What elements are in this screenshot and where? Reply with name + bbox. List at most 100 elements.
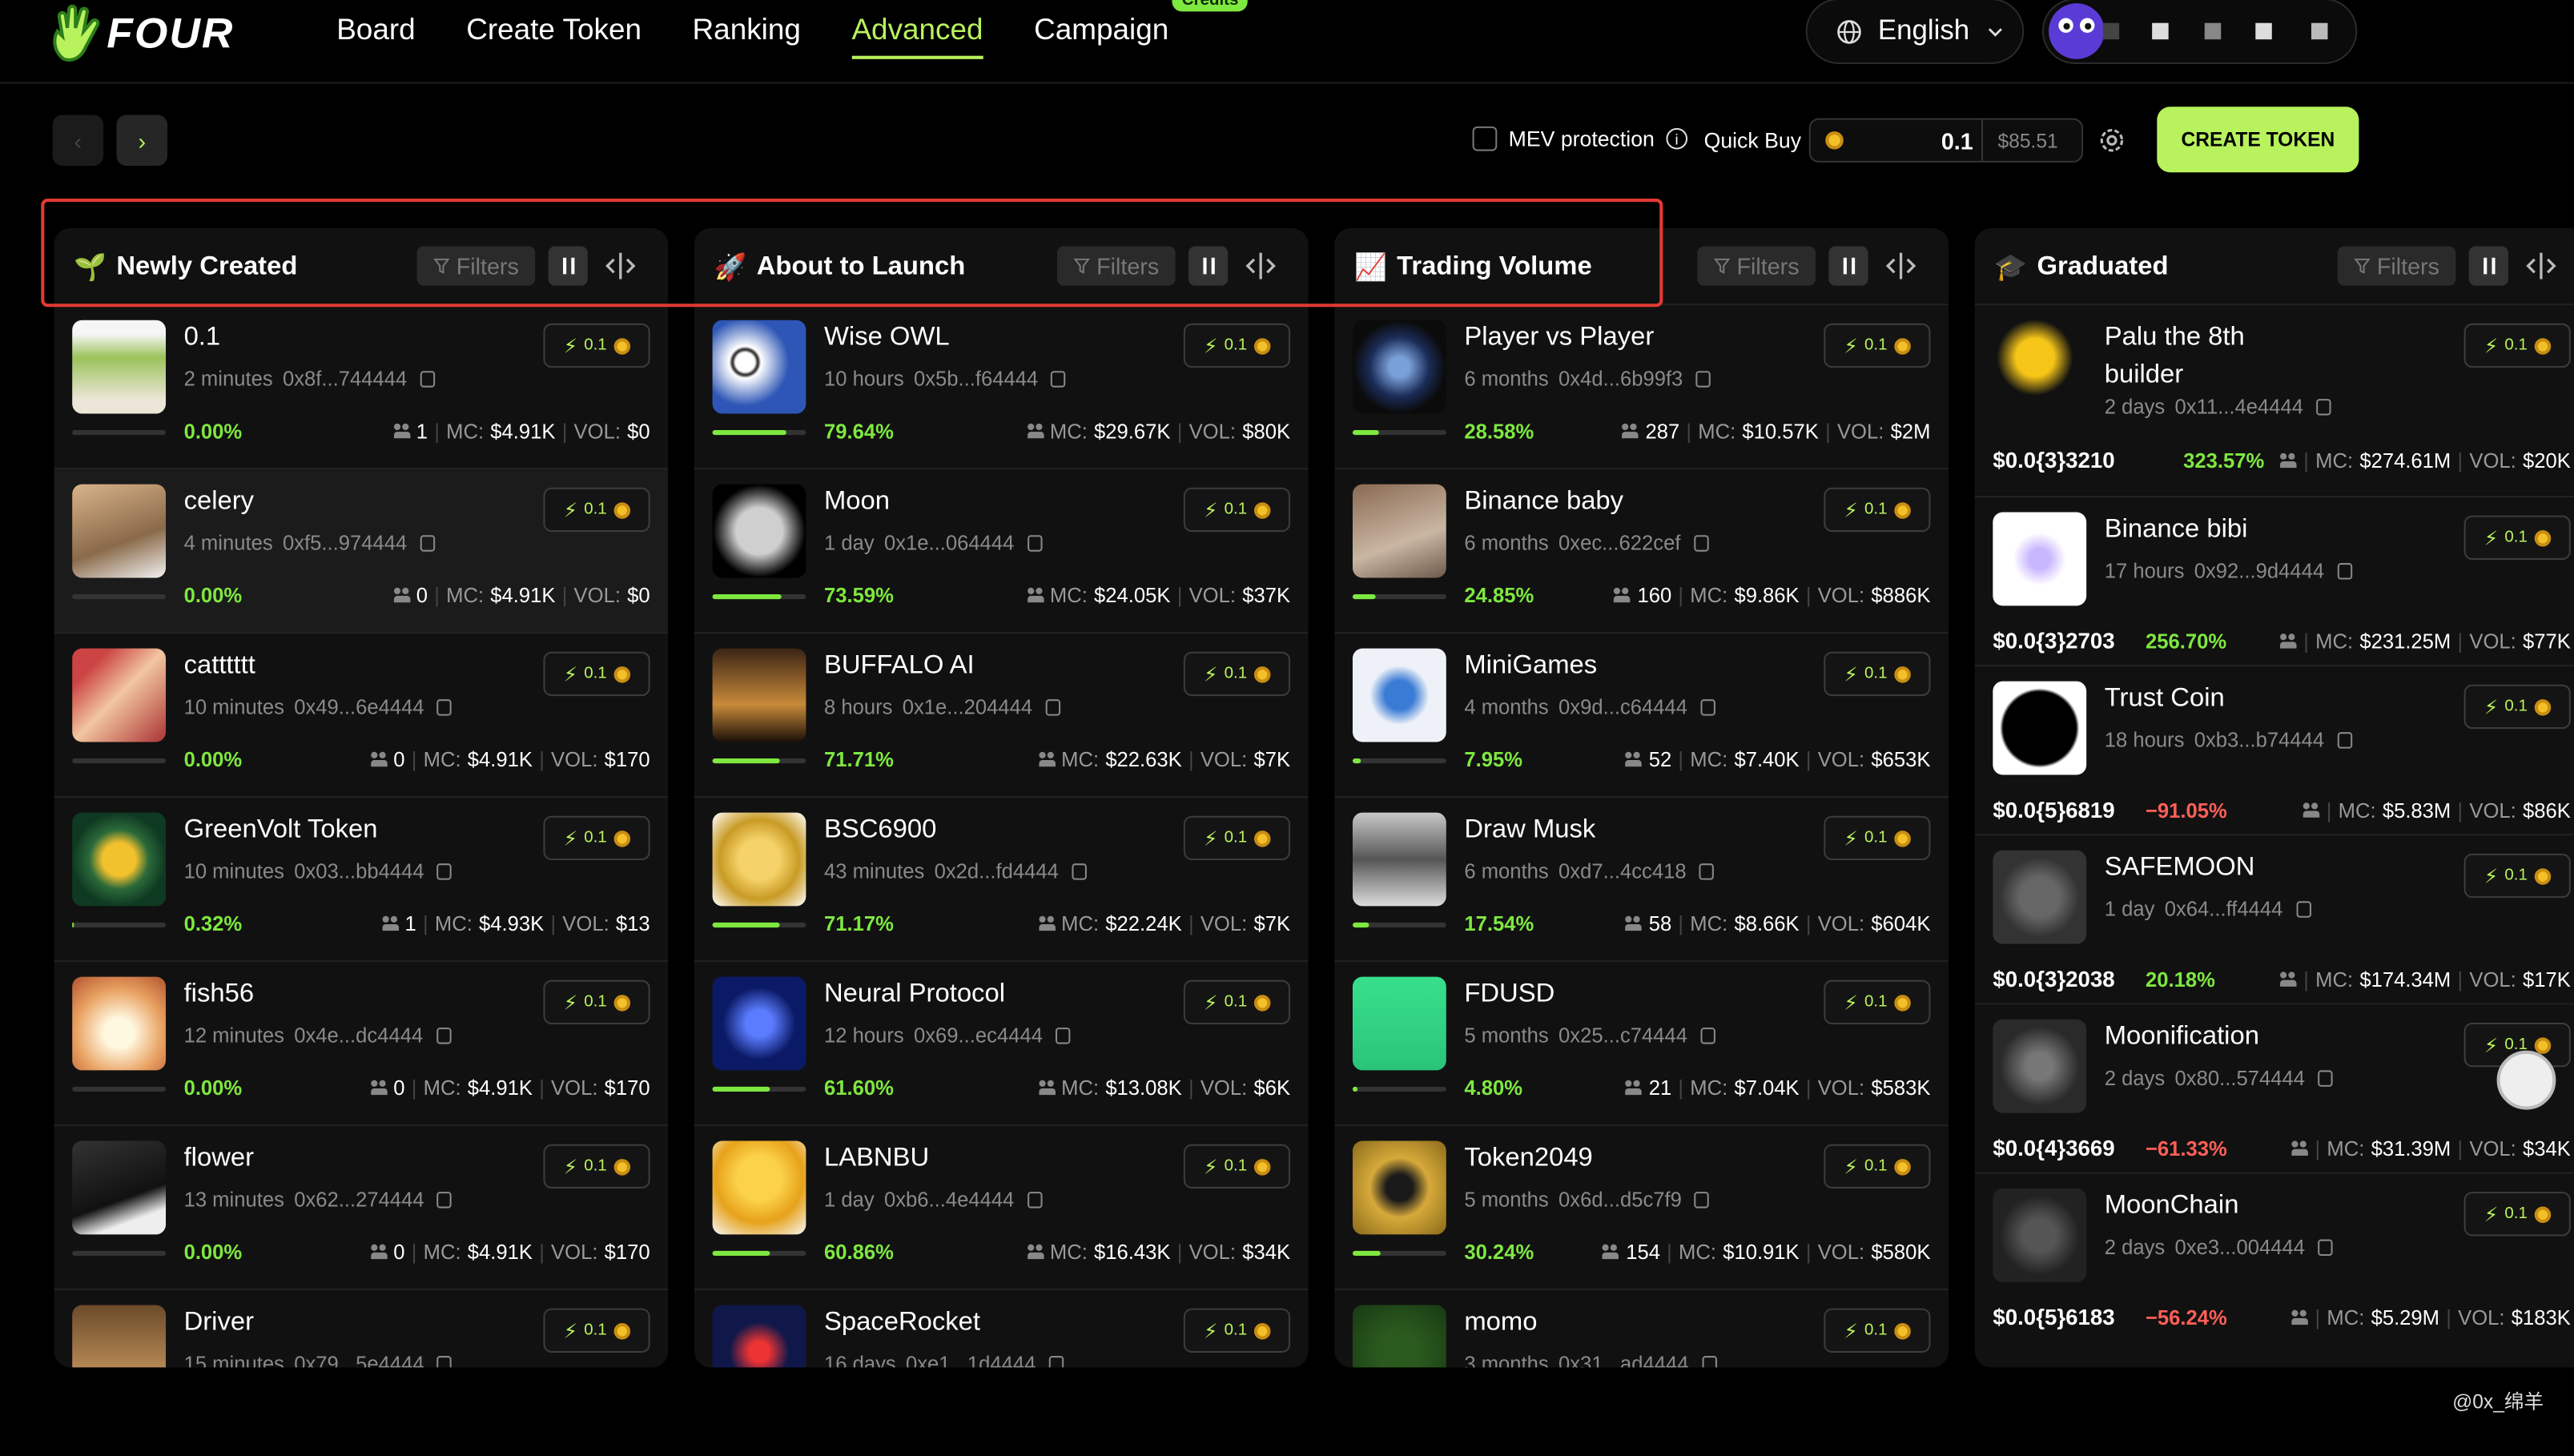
quick-buy-button[interactable]: ⚡ 0.1 xyxy=(543,487,650,533)
token-card[interactable]: Trust Coin 18 hours 0xb3...b74444 ⚡ 0.1 $0.… xyxy=(1974,665,2574,835)
token-name[interactable]: SAFEMOON xyxy=(2105,854,2255,883)
copy-icon[interactable] xyxy=(437,1356,452,1368)
token-thumbnail[interactable] xyxy=(712,1305,806,1368)
quick-buy-button[interactable]: ⚡ 0.1 xyxy=(1824,1144,1931,1189)
token-thumbnail[interactable] xyxy=(712,648,806,742)
quick-buy-button[interactable]: ⚡ 0.1 xyxy=(1183,1144,1291,1189)
quick-buy-button[interactable]: ⚡ 0.1 xyxy=(1824,1308,1931,1353)
token-thumbnail[interactable] xyxy=(1993,1188,2087,1282)
pause-button[interactable] xyxy=(548,246,588,286)
token-name[interactable]: momo xyxy=(1464,1309,1537,1338)
token-name[interactable]: Binance bibi xyxy=(2105,516,2248,545)
copy-icon[interactable] xyxy=(1045,699,1061,716)
quick-buy-button[interactable]: ⚡ 0.1 xyxy=(543,1144,650,1189)
back-button[interactable]: ‹ xyxy=(52,115,104,167)
token-thumbnail[interactable] xyxy=(1352,648,1446,742)
quick-buy-button[interactable]: ⚡ 0.1 xyxy=(1183,815,1291,861)
split-view-icon[interactable] xyxy=(2524,251,2557,281)
quick-buy-button[interactable]: ⚡ 0.1 xyxy=(1824,815,1931,861)
token-name[interactable]: Driver xyxy=(184,1309,254,1338)
token-name[interactable]: flower xyxy=(184,1144,254,1174)
copy-icon[interactable] xyxy=(1701,1356,1717,1368)
token-name[interactable]: FDUSD xyxy=(1464,980,1554,1010)
pause-button[interactable] xyxy=(2468,246,2508,286)
copy-icon[interactable] xyxy=(1700,699,1715,716)
quick-buy-button[interactable]: ⚡ 0.1 xyxy=(543,815,650,861)
token-name[interactable]: MiniGames xyxy=(1464,652,1597,682)
token-card[interactable]: Player vs Player 6 months 0x4d...6b99f3 ⚡… xyxy=(1334,304,1949,469)
token-card[interactable]: FDUSD 5 months 0x25...c74444 ⚡ 0.1 4.80% 21… xyxy=(1334,960,1949,1125)
copy-icon[interactable] xyxy=(2318,1070,2333,1087)
token-card[interactable]: celery 4 minutes 0xf5...974444 ⚡ 0.1 0.00%… xyxy=(54,468,669,633)
token-card[interactable]: Binance bibi 17 hours 0x92...9d4444 ⚡ 0.1 $… xyxy=(1974,496,2574,666)
token-thumbnail[interactable] xyxy=(1352,812,1446,907)
quick-buy-button[interactable]: ⚡ 0.1 xyxy=(1824,651,1931,697)
token-thumbnail[interactable] xyxy=(712,1140,806,1235)
token-card[interactable]: momo 3 months 0x31...ad4444 ⚡ 0.1 xyxy=(1334,1289,1949,1368)
token-card[interactable]: MoonChain 2 days 0xe3...004444 ⚡ 0.1 $0.0{5… xyxy=(1974,1172,2574,1341)
filters-button[interactable]: Filters xyxy=(2337,246,2456,286)
token-name[interactable]: Token2049 xyxy=(1464,1144,1592,1174)
token-card[interactable]: Binance baby 6 months 0xec...622cef ⚡ 0.1 … xyxy=(1334,468,1949,633)
copy-icon[interactable] xyxy=(420,371,436,388)
token-name[interactable]: Palu the 8th builder xyxy=(2105,319,2302,394)
nav-ranking[interactable]: Ranking xyxy=(693,13,801,47)
token-thumbnail[interactable] xyxy=(712,812,806,907)
token-card[interactable]: Draw Musk 6 months 0xd7...4cc418 ⚡ 0.1 17.… xyxy=(1334,796,1949,961)
token-card[interactable]: Driver 15 minutes 0x79...5e4444 ⚡ 0.1 xyxy=(54,1289,669,1368)
copy-icon[interactable] xyxy=(437,699,452,716)
token-card[interactable]: LABNBU 1 day 0xb6...4e4444 ⚡ 0.1 60.86% MC:… xyxy=(694,1124,1309,1289)
token-thumbnail[interactable] xyxy=(72,1305,167,1368)
token-thumbnail[interactable] xyxy=(72,320,167,414)
copy-icon[interactable] xyxy=(2316,399,2331,416)
quick-buy-button[interactable]: ⚡ 0.1 xyxy=(1183,323,1291,368)
token-card[interactable]: Moon 1 day 0x1e...064444 ⚡ 0.1 73.59% MC: $2… xyxy=(694,468,1309,633)
pause-button[interactable] xyxy=(1188,246,1229,286)
language-selector[interactable]: English xyxy=(1805,0,2025,64)
token-thumbnail[interactable] xyxy=(1993,512,2087,606)
nav-board[interactable]: Board xyxy=(336,13,415,47)
token-card[interactable]: BUFFALO AI 8 hours 0x1e...204444 ⚡ 0.1 71.… xyxy=(694,632,1309,797)
quick-buy-button[interactable]: ⚡ 0.1 xyxy=(1183,979,1291,1025)
support-avatar[interactable] xyxy=(2496,1050,2556,1110)
filters-button[interactable]: Filters xyxy=(1697,246,1816,286)
copy-icon[interactable] xyxy=(1072,863,1087,880)
filters-button[interactable]: Filters xyxy=(1057,246,1176,286)
token-card[interactable]: BSC6900 43 minutes 0x2d...fd4444 ⚡ 0.1 71.… xyxy=(694,796,1309,961)
token-name[interactable]: Trust Coin xyxy=(2105,685,2225,714)
token-thumbnail[interactable] xyxy=(1352,484,1446,578)
quick-buy-button[interactable]: ⚡ 0.1 xyxy=(2463,853,2571,899)
token-thumbnail[interactable] xyxy=(1352,1305,1446,1368)
token-name[interactable]: Binance baby xyxy=(1464,488,1623,517)
quick-buy-button[interactable]: ⚡ 0.1 xyxy=(543,1308,650,1353)
token-name[interactable]: 0.1 xyxy=(184,324,221,353)
copy-icon[interactable] xyxy=(1700,1028,1715,1044)
token-thumbnail[interactable] xyxy=(712,484,806,578)
forward-button[interactable]: › xyxy=(116,115,168,167)
token-card[interactable]: flower 13 minutes 0x62...274444 ⚡ 0.1 0.00… xyxy=(54,1124,669,1289)
quick-buy-button[interactable]: ⚡ 0.1 xyxy=(1183,487,1291,533)
quick-buy-input[interactable]: 0.1 $85.51 xyxy=(1808,118,2084,163)
filters-button[interactable]: Filters xyxy=(416,246,536,286)
token-thumbnail[interactable] xyxy=(72,812,167,907)
token-thumbnail[interactable] xyxy=(712,320,806,414)
info-icon[interactable]: i xyxy=(1666,127,1687,150)
token-name[interactable]: Moonification xyxy=(2105,1023,2259,1052)
quick-buy-button[interactable]: ⚡ 0.1 xyxy=(2463,684,2571,730)
quick-buy-button[interactable]: ⚡ 0.1 xyxy=(543,979,650,1025)
token-thumbnail[interactable] xyxy=(1352,1140,1446,1235)
user-menu[interactable] xyxy=(2041,0,2358,64)
copy-icon[interactable] xyxy=(1699,863,1715,880)
token-thumbnail[interactable] xyxy=(72,484,167,578)
token-thumbnail[interactable] xyxy=(1993,320,2087,414)
token-card[interactable]: catttttt 10 minutes 0x49...6e4444 ⚡ 0.1 0.… xyxy=(54,632,669,797)
token-thumbnail[interactable] xyxy=(1993,681,2087,775)
token-name[interactable]: MoonChain xyxy=(2105,1192,2239,1221)
copy-icon[interactable] xyxy=(436,1028,452,1044)
split-view-icon[interactable] xyxy=(604,251,637,281)
nav-create-token[interactable]: Create Token xyxy=(466,13,641,47)
token-name[interactable]: SpaceRocket xyxy=(824,1309,980,1338)
quick-buy-button[interactable]: ⚡ 0.1 xyxy=(1824,979,1931,1025)
token-name[interactable]: Neural Protocol xyxy=(824,980,1005,1010)
copy-icon[interactable] xyxy=(2318,1239,2333,1257)
